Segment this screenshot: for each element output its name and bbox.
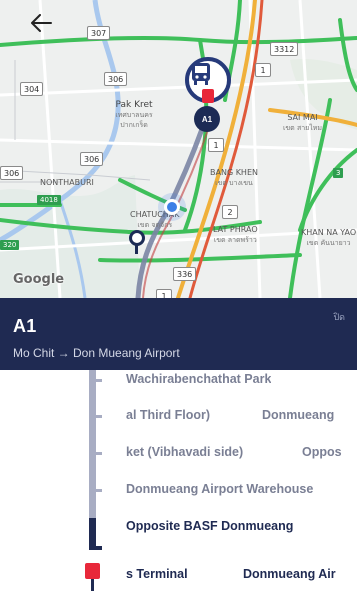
- road-shield: 336: [173, 267, 197, 281]
- google-logo: Google: [13, 272, 65, 287]
- road-tag: 320: [0, 240, 20, 250]
- road-shield: 306: [104, 72, 128, 86]
- route-rail-cap: [89, 546, 102, 550]
- stop-row[interactable]: Donmueang Airport Warehouse: [0, 473, 357, 509]
- route-pin[interactable]: A1: [194, 106, 220, 132]
- road-tag: 3: [333, 168, 344, 178]
- route-map[interactable]: 307 306 3312 1 304 306 1 306 2 336 1 Pak…: [0, 0, 357, 298]
- stop-tick: [96, 489, 102, 492]
- stop-tick: [96, 379, 102, 382]
- stop-name-secondary: Donmueang Air: [243, 567, 336, 581]
- stop-name: al Third Floor): [126, 408, 211, 422]
- stop-row[interactable]: al Third Floor) Donmueang: [0, 399, 357, 435]
- stop-row[interactable]: Wachirabenchathat Park: [0, 370, 357, 399]
- stop-row-terminal[interactable]: s Terminal Donmueang Air: [0, 558, 357, 594]
- stop-name: ket (Vibhavadi side): [126, 445, 244, 459]
- road-shield: 3312: [270, 42, 299, 56]
- stop-row-current[interactable]: Opposite BASF Donmueang: [0, 510, 357, 546]
- road-shield: 1: [208, 138, 224, 152]
- stop-name-secondary: Oppos: [302, 445, 342, 459]
- route-header: A1 Mo Chit → Don Mueang Airport ปิด: [0, 298, 357, 370]
- road-shield: 306: [0, 166, 24, 180]
- bus-icon: [192, 63, 210, 85]
- map-area-label: BANG KHEN เขต บางเขน: [210, 168, 258, 187]
- road-shield: 1: [156, 289, 172, 298]
- road-tag: 4018: [37, 195, 61, 205]
- road-shield: 304: [20, 82, 44, 96]
- stop-list[interactable]: Wachirabenchathat Park al Third Floor) D…: [0, 370, 357, 599]
- road-shield: 307: [87, 26, 111, 40]
- stop-name: Donmueang Airport Warehouse: [126, 482, 314, 496]
- route-code: A1: [13, 316, 37, 336]
- map-area-label: SAI MAI เขต สายไหม: [283, 113, 323, 132]
- stop-name: Opposite BASF Donmueang: [126, 519, 294, 533]
- route-description: Mo Chit → Don Mueang Airport: [13, 346, 180, 360]
- arrow-left-icon: [31, 14, 52, 32]
- road-shield: 1: [255, 63, 271, 77]
- back-button[interactable]: [30, 14, 66, 46]
- stop-name-secondary: Donmueang: [262, 408, 335, 422]
- current-location-dot: [164, 199, 180, 215]
- road-shield: 306: [80, 152, 104, 166]
- map-area-label: NONTHABURI: [40, 178, 94, 187]
- stop-row[interactable]: ket (Vibhavadi side) Oppos: [0, 436, 357, 472]
- road-shield: 2: [222, 205, 238, 219]
- stop-name: s Terminal: [126, 567, 188, 581]
- map-area-label: KHAN NA YAO เขต คันนายาว: [301, 228, 357, 247]
- bus-marker-tail: [202, 89, 214, 103]
- stop-name: Wachirabenchathat Park: [126, 372, 272, 386]
- stop-tick: [96, 415, 102, 418]
- map-area-label: LAT PHRAO เขต ลาดพร้าว: [213, 225, 258, 244]
- stop-pin-stem: [135, 244, 138, 254]
- stop-tick: [96, 452, 102, 455]
- map-area-label: Pak Kret เทศบาลนคร ปากเกร็ด: [115, 100, 153, 129]
- route-status-badge: ปิด: [333, 313, 345, 323]
